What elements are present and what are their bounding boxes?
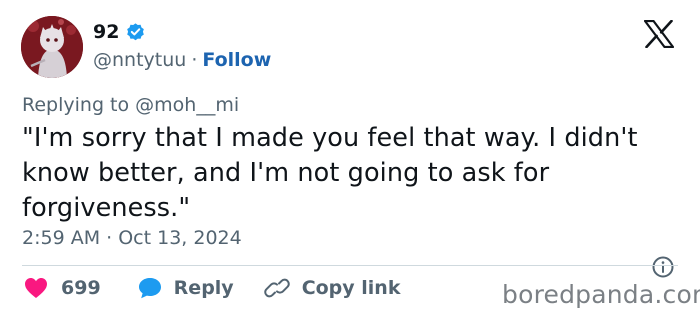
copy-link-button[interactable]: Copy link: [263, 276, 401, 300]
heart-icon: [25, 278, 47, 298]
reply-bubble-icon: [138, 278, 161, 299]
like-button[interactable]: 699: [24, 277, 101, 299]
like-count: 699: [61, 277, 101, 299]
divider: [22, 265, 678, 266]
link-icon: [263, 278, 290, 298]
watermark: boredpanda.com: [502, 280, 700, 309]
follow-button[interactable]: Follow: [202, 49, 271, 71]
info-button[interactable]: [651, 255, 675, 283]
copy-link-label: Copy link: [301, 277, 401, 299]
avatar-image: [21, 16, 83, 78]
verified-badge-icon: [127, 22, 145, 40]
separator-dot: ·: [191, 49, 198, 71]
author-handle[interactable]: @nntytuu: [93, 49, 186, 71]
avatar[interactable]: [21, 16, 83, 78]
x-logo-icon[interactable]: [644, 20, 674, 48]
replying-to[interactable]: Replying to @moh__mi: [22, 94, 239, 116]
tweet-text: "I'm sorry that I made you feel that way…: [22, 123, 638, 223]
timestamp[interactable]: 2:59 AM · Oct 13, 2024: [22, 227, 242, 249]
reply-button[interactable]: Reply: [138, 277, 234, 299]
display-name[interactable]: 92: [93, 21, 119, 43]
info-icon: [652, 256, 674, 278]
reply-label: Reply: [173, 277, 234, 299]
